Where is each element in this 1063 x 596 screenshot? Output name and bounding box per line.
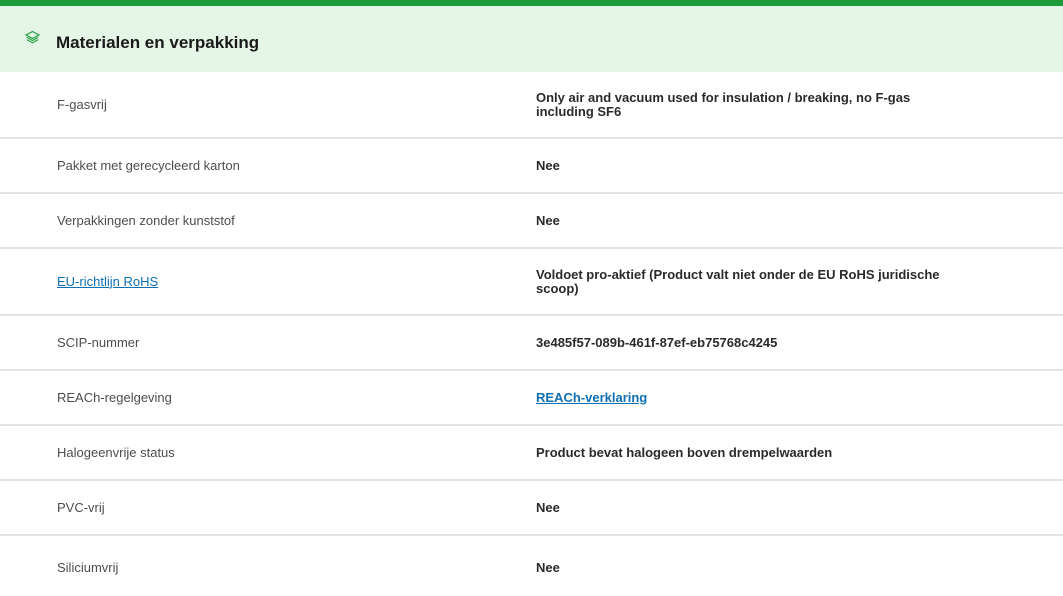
property-row-rohs: EU-richtlijn RoHS Voldoet pro-aktief (Pr… — [0, 249, 1063, 316]
property-row-reach: REACh-regelgeving REACh-verklaring — [0, 371, 1063, 426]
property-value: Voldoet pro-aktief (Product valt niet on… — [536, 266, 940, 296]
property-row-pvc: PVC-vrij Nee — [0, 481, 1063, 536]
property-value: Nee — [536, 499, 560, 515]
section-header: Materialen en verpakking — [0, 6, 1063, 72]
property-label: REACh-regelgeving — [57, 389, 172, 405]
property-value: 3e485f57-089b-461f-87ef-eb75768c4245 — [536, 334, 778, 350]
property-value: Nee — [536, 212, 560, 228]
property-label: Siliciumvrij — [57, 560, 119, 575]
section-title: Materialen en verpakking — [56, 33, 260, 52]
property-value: Nee — [536, 560, 560, 575]
property-row-f-gas: F-gasvrij Only air and vacuum used for i… — [0, 72, 1063, 139]
property-row-halogen: Halogeenvrije status Product bevat halog… — [0, 426, 1063, 481]
property-value: Product bevat halogeen boven drempelwaar… — [536, 444, 833, 460]
property-row-scip: SCIP-nummer 3e485f57-089b-461f-87ef-eb75… — [0, 316, 1063, 371]
reach-declaration-link[interactable]: REACh-verklaring — [536, 390, 966, 405]
property-label: Pakket met gerecycleerd karton — [57, 157, 240, 173]
property-row-silicon: Siliciumvrij Nee — [0, 536, 1063, 596]
property-label: Verpakkingen zonder kunststof — [57, 212, 235, 228]
properties-table: F-gasvrij Only air and vacuum used for i… — [0, 72, 1063, 596]
property-label: Halogeenvrije status — [57, 444, 175, 460]
property-value: Nee — [536, 157, 560, 173]
rohs-link[interactable]: EU-richtlijn RoHS — [57, 274, 158, 290]
layers-icon — [24, 29, 41, 46]
property-label: F-gasvrij — [57, 96, 107, 112]
property-row-recycled-carton: Pakket met gerecycleerd karton Nee — [0, 139, 1063, 194]
property-row-plastic-free-packaging: Verpakkingen zonder kunststof Nee — [0, 194, 1063, 249]
property-label: PVC-vrij — [57, 499, 105, 515]
property-value: Only air and vacuum used for insulation … — [536, 89, 911, 119]
property-label: SCIP-nummer — [57, 334, 140, 350]
